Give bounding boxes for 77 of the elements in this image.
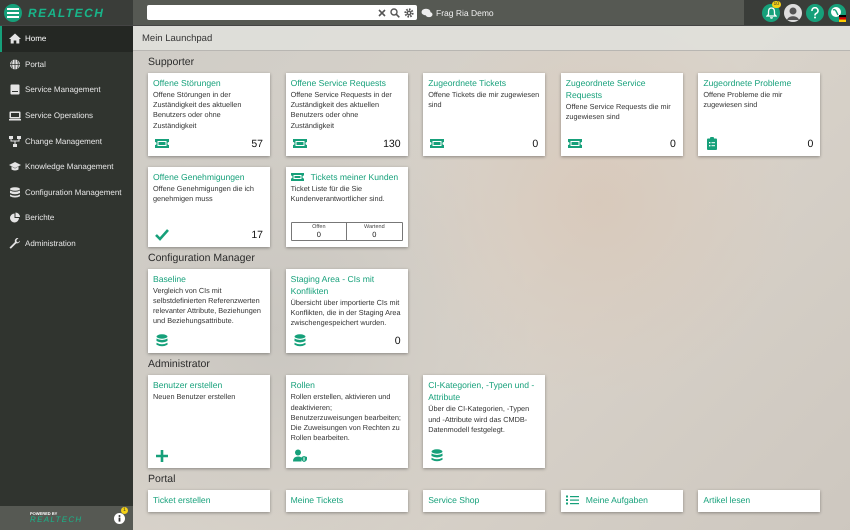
graduation-cap-icon bbox=[9, 161, 21, 172]
sidebar-item[interactable]: Configuration Management bbox=[0, 180, 133, 206]
section-heading: Portal bbox=[148, 472, 176, 486]
tile-title: CI-Kategorien, -Typen und -Attribute bbox=[428, 379, 536, 404]
tile-count: 0 bbox=[532, 138, 538, 150]
home-icon bbox=[9, 33, 21, 44]
footer-logo: REALTECH bbox=[30, 516, 82, 524]
ticket-icon bbox=[292, 136, 307, 150]
tile-title: Benutzer erstellen bbox=[153, 379, 222, 392]
sidebar-item[interactable]: Service Operations bbox=[0, 102, 133, 128]
tile-title: Service Shop bbox=[428, 494, 480, 506]
menu-icon bbox=[7, 8, 19, 18]
tile-count: 17 bbox=[251, 228, 263, 241]
tile-title: Zugeordnete Probleme bbox=[703, 77, 792, 89]
menu-button[interactable] bbox=[4, 4, 22, 22]
globe-icon bbox=[9, 58, 21, 70]
close-icon[interactable] bbox=[378, 8, 386, 16]
clipboard-icon bbox=[705, 136, 720, 150]
ticket-icon bbox=[568, 136, 582, 150]
server-icon bbox=[9, 84, 21, 96]
search-icon[interactable] bbox=[390, 8, 400, 18]
pie-chart-icon bbox=[9, 212, 21, 224]
tile-title: Artikel lesen bbox=[703, 494, 750, 506]
plus-icon bbox=[155, 449, 169, 462]
check-icon bbox=[155, 228, 169, 241]
sidebar-item[interactable]: Administration bbox=[0, 230, 133, 256]
bell-icon bbox=[766, 6, 776, 18]
tile-title: Staging Area - CIs mit Konflikten bbox=[290, 272, 376, 297]
tile-title: Rollen bbox=[290, 379, 315, 392]
tile-count: 0 bbox=[670, 138, 676, 150]
ticket-icon bbox=[290, 172, 304, 182]
tile-title: Meine Tickets bbox=[290, 494, 344, 506]
info-icon[interactable] bbox=[114, 512, 125, 524]
tile-title: Offene Genehmigungen bbox=[153, 170, 245, 183]
chat-icon bbox=[421, 8, 433, 18]
section-heading: Configuration Manager bbox=[148, 250, 256, 265]
sidebar-item[interactable]: Home bbox=[0, 26, 133, 52]
tile-title: Zugeordnete Tickets bbox=[428, 77, 506, 89]
sidebar-item[interactable]: Knowledge Management bbox=[0, 154, 133, 180]
database-icon bbox=[430, 449, 444, 462]
sidebar-item[interactable]: Service Management bbox=[0, 77, 133, 103]
help-button[interactable] bbox=[806, 4, 824, 22]
settings-icon[interactable] bbox=[404, 8, 414, 18]
help-icon bbox=[810, 6, 820, 18]
ticket-icon bbox=[155, 136, 169, 150]
logo: REALTECH bbox=[28, 6, 104, 20]
list-icon bbox=[566, 495, 579, 506]
tile-title: Offene Service Requests bbox=[290, 77, 386, 89]
chat-button[interactable]: Frag Ria Demo bbox=[421, 8, 494, 18]
tile-title: Baseline bbox=[153, 272, 186, 285]
user-shield-icon bbox=[292, 449, 307, 462]
section-heading: Administrator bbox=[148, 357, 211, 372]
sidebar-item[interactable]: Portal bbox=[0, 52, 133, 78]
database-icon bbox=[9, 186, 21, 198]
tile-count: 130 bbox=[383, 138, 401, 150]
tile-title: Offene Störungen bbox=[153, 77, 221, 89]
tile-title: Ticket erstellen bbox=[153, 494, 210, 506]
sidebar-item[interactable]: Change Management bbox=[0, 128, 133, 154]
sidebar-item[interactable]: Berichte bbox=[0, 205, 133, 231]
section-heading: Supporter bbox=[148, 55, 196, 69]
database-icon bbox=[155, 334, 169, 348]
tile-count: 0 bbox=[394, 335, 401, 348]
tile-title: Zugeordnete Service Requests bbox=[566, 77, 647, 101]
database-icon bbox=[292, 334, 307, 348]
wrench-icon bbox=[9, 238, 21, 250]
ticket-icon bbox=[430, 136, 444, 150]
tile-title: Tickets meiner Kunden bbox=[310, 170, 398, 183]
tile-count: 57 bbox=[251, 138, 263, 150]
sitemap-icon bbox=[9, 136, 21, 147]
notifications-button[interactable] bbox=[762, 4, 780, 22]
tile-title: Meine Aufgaben bbox=[586, 494, 648, 506]
page-title: Mein Launchpad bbox=[142, 32, 212, 44]
language-button[interactable] bbox=[828, 4, 846, 22]
search-field[interactable] bbox=[147, 5, 417, 20]
tile-count: 0 bbox=[808, 138, 814, 150]
monitor-icon bbox=[9, 110, 21, 122]
avatar-icon[interactable] bbox=[784, 4, 802, 22]
